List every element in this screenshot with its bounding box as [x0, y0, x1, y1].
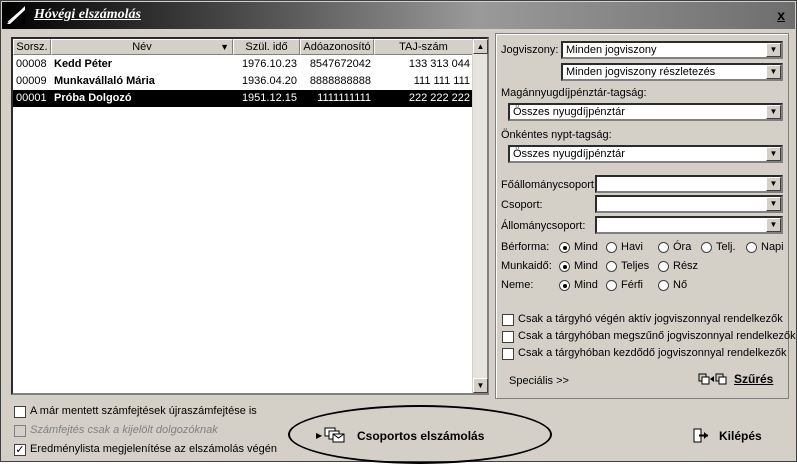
recalc-label: A már mentett számfejtések újraszámfejté… — [30, 405, 257, 417]
jogviszony-label: Jogviszony: — [501, 44, 559, 56]
berforma-havi-label: Havi — [621, 241, 644, 253]
munkaido-resz-label: Rész — [673, 260, 699, 272]
play-icon: ▶ — [316, 431, 323, 440]
berforma-napi-radio[interactable] — [746, 242, 757, 253]
chevron-down-icon: ▼ — [766, 147, 781, 161]
onkentes-select[interactable]: Összes nyugdíjpénztár ▼ — [508, 145, 783, 163]
csoport-select[interactable]: ▼ — [595, 195, 783, 213]
megszuno-label: Csak a tárgyhóban megszűnő jogviszonnyal… — [518, 330, 796, 342]
scroll-down-button[interactable]: ▼ — [473, 378, 488, 393]
foallomany-select[interactable]: ▼ — [595, 175, 783, 193]
chevron-down-icon: ▼ — [766, 177, 781, 191]
aktiv-checkbox[interactable] — [502, 314, 514, 326]
magan-label: Magánnyugdíjpénztár-tagság: — [501, 87, 647, 99]
neme-mind-label: Mind — [574, 279, 598, 291]
result-list-checkbox[interactable]: ✓ — [14, 444, 26, 456]
window-title: Hóvégi elszámolás — [34, 7, 141, 22]
megszuno-checkbox[interactable] — [502, 331, 514, 343]
allomany-select[interactable]: ▼ — [595, 216, 783, 234]
berforma-mind-label: Mind — [574, 241, 598, 253]
app-logo-icon — [7, 6, 25, 24]
chevron-down-icon: ▼ — [766, 105, 781, 119]
result-list-label: Eredménylista megjelenítése az elszámolá… — [30, 443, 278, 455]
aktiv-label: Csak a tárgyhó végén aktív jogviszonnyal… — [518, 313, 783, 325]
allomany-label: Állománycsoport: — [501, 220, 586, 232]
berforma-napi-label: Napi — [761, 241, 784, 253]
scroll-up-button[interactable]: ▲ — [473, 39, 488, 54]
table-row-selected[interactable]: 00001 Próba Dolgozó 1951.12.15 111111111… — [13, 90, 473, 107]
berforma-label: Bérforma: — [501, 241, 550, 253]
exit-button[interactable]: Kilépés — [719, 429, 762, 443]
close-button[interactable]: x — [777, 7, 785, 23]
jogviszony-select[interactable]: Minden jogviszony ▼ — [561, 41, 783, 59]
title-bar: Hóvégi elszámolás x — [2, 2, 795, 29]
berforma-mind-radio[interactable] — [559, 242, 570, 253]
jogviszony-detail-select[interactable]: Minden jogviszony részletezés ▼ — [561, 63, 783, 81]
chevron-down-icon: ▼ — [766, 197, 781, 211]
kezdodo-label: Csak a tárgyhóban kezdődő jogviszonnyal … — [518, 347, 787, 359]
neme-ferfi-label: Férfi — [621, 279, 643, 291]
munkaido-resz-radio[interactable] — [658, 261, 669, 272]
column-header-taj-szam[interactable]: TAJ-szám — [374, 39, 473, 55]
neme-ferfi-radio[interactable] — [606, 280, 617, 291]
berforma-havi-radio[interactable] — [606, 242, 617, 253]
berforma-ora-label: Óra — [673, 241, 692, 253]
group-settlement-button[interactable]: Csoportos elszámolás — [357, 429, 484, 443]
main-window: Hóvégi elszámolás x Sorsz. Név ▼ Szül. id… — [0, 0, 797, 464]
berforma-telj-radio[interactable] — [701, 242, 712, 253]
column-header-szul-ido[interactable]: Szül. idő — [233, 39, 300, 55]
munkaido-mind-radio[interactable] — [559, 261, 570, 272]
recalc-checkbox[interactable] — [14, 406, 26, 418]
munkaido-mind-label: Mind — [574, 260, 598, 272]
neme-mind-radio[interactable] — [559, 280, 570, 291]
chevron-down-icon: ▼ — [766, 65, 781, 79]
employee-list[interactable]: Sorsz. Név ▼ Szül. idő Adóazonosító TAJ-s… — [11, 37, 489, 395]
munkaido-teljes-label: Teljes — [621, 260, 650, 272]
column-header-nev[interactable]: Név ▼ — [51, 39, 233, 55]
berforma-ora-radio[interactable] — [658, 242, 669, 253]
exit-icon — [693, 428, 708, 443]
list-vertical-scrollbar[interactable]: ▲ ▼ — [472, 39, 488, 393]
onkentes-label: Önkéntes nypt-tagság: — [501, 129, 612, 141]
filter-icon — [698, 373, 727, 385]
magan-select[interactable]: Összes nyugdíjpénztár ▼ — [508, 103, 783, 121]
selected-only-label: Számfejtés csak a kijelölt dolgozóknak — [30, 424, 218, 436]
munkaido-label: Munkaidő: — [501, 260, 552, 272]
column-header-adoazonosito[interactable]: Adóazonosító — [300, 39, 374, 55]
foallomany-label: Főállománycsoport: — [501, 179, 597, 191]
berforma-telj-label: Telj. — [716, 241, 736, 253]
table-row[interactable]: 00008 Kedd Péter 1976.10.23 8547672042 1… — [13, 56, 473, 73]
selected-only-checkbox[interactable] — [14, 425, 26, 437]
specialis-button[interactable]: Speciális >> — [509, 375, 569, 387]
neme-label: Neme: — [501, 279, 534, 291]
neme-no-radio[interactable] — [658, 280, 669, 291]
sort-down-icon: ▼ — [220, 42, 229, 52]
neme-no-label: Nő — [673, 279, 688, 291]
kezdodo-checkbox[interactable] — [502, 348, 514, 360]
chevron-down-icon: ▼ — [766, 43, 781, 57]
table-row[interactable]: 00009 Munkavállaló Mária 1936.04.20 8888… — [13, 73, 473, 90]
munkaido-teljes-radio[interactable] — [606, 261, 617, 272]
csoport-label: Csoport: — [501, 199, 543, 211]
chevron-down-icon: ▼ — [766, 218, 781, 232]
column-header-sorsz[interactable]: Sorsz. — [13, 39, 51, 55]
list-header: Sorsz. Név ▼ Szül. idő Adóazonosító TAJ-s… — [13, 39, 473, 55]
szures-button[interactable]: Szűrés — [734, 372, 773, 386]
group-settlement-icon — [324, 427, 345, 443]
